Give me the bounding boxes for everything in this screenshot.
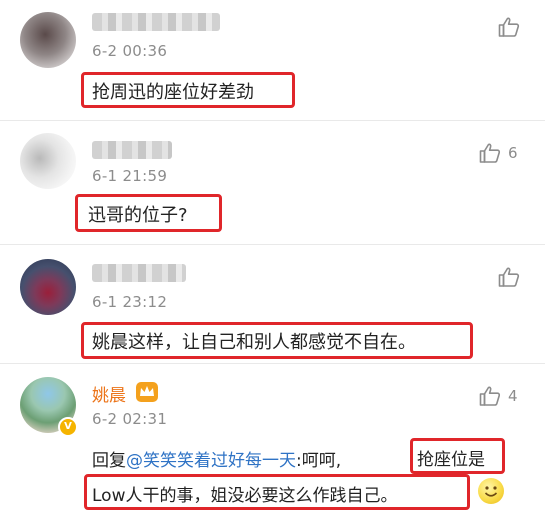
avatar-blurred[interactable]: [20, 12, 76, 68]
username-blurred[interactable]: [92, 141, 172, 159]
comment-text: 迅哥的位子?: [88, 205, 188, 226]
thumbs-up-icon: [479, 143, 501, 163]
reply-mid: :呵呵,: [296, 451, 342, 471]
comment-text: 姚晨这样，让自己和别人都感觉不自在。: [92, 332, 416, 353]
avatar-blurred[interactable]: [20, 259, 76, 315]
smile-emoji-icon: [478, 478, 504, 504]
comment-text: 抢周迅的座位好差劲: [92, 82, 254, 103]
like-count: 6: [508, 144, 518, 162]
like-button[interactable]: 6: [478, 141, 518, 165]
comment-1: 6-2 00:36 抢周迅的座位好差劲: [0, 0, 545, 118]
mention-link[interactable]: @笑笑笑着过好每一天: [126, 451, 296, 471]
username-blurred[interactable]: [92, 13, 220, 31]
comment-4-reply: V 姚晨 6-2 02:31 4 回复@笑笑笑着过好每一天:呵呵, 抢座位是 L…: [0, 364, 545, 514]
like-count: 4: [508, 387, 518, 405]
reply-prefix: 回复: [92, 451, 126, 471]
comment-3: 6-1 23:12 姚晨这样，让自己和别人都感觉不自在。: [0, 245, 545, 363]
like-button[interactable]: 4: [478, 384, 518, 408]
comment-2: 6-1 21:59 6 迅哥的位子?: [0, 121, 545, 241]
comment-time: 6-1 23:12: [92, 293, 168, 311]
avatar-blurred[interactable]: [20, 133, 76, 189]
thumbs-up-icon: [498, 267, 520, 287]
like-button[interactable]: [497, 265, 521, 289]
verified-v-icon: V: [58, 417, 78, 437]
thumbs-up-icon: [498, 17, 520, 37]
username-blurred[interactable]: [92, 264, 186, 282]
username[interactable]: 姚晨: [92, 381, 126, 406]
reply-text-line-2: Low人干的事，姐没必要这么作践自己。: [92, 486, 398, 506]
reply-highlight-1: 抢座位是: [417, 450, 485, 470]
reply-text-line-1: 回复@笑笑笑着过好每一天:呵呵,: [92, 446, 341, 471]
comment-time: 6-2 00:36: [92, 42, 168, 60]
crown-icon: [136, 382, 158, 402]
comment-time: 6-1 21:59: [92, 167, 168, 185]
comment-time: 6-2 02:31: [92, 410, 168, 428]
thumbs-up-icon: [479, 386, 501, 406]
like-button[interactable]: [497, 15, 521, 39]
